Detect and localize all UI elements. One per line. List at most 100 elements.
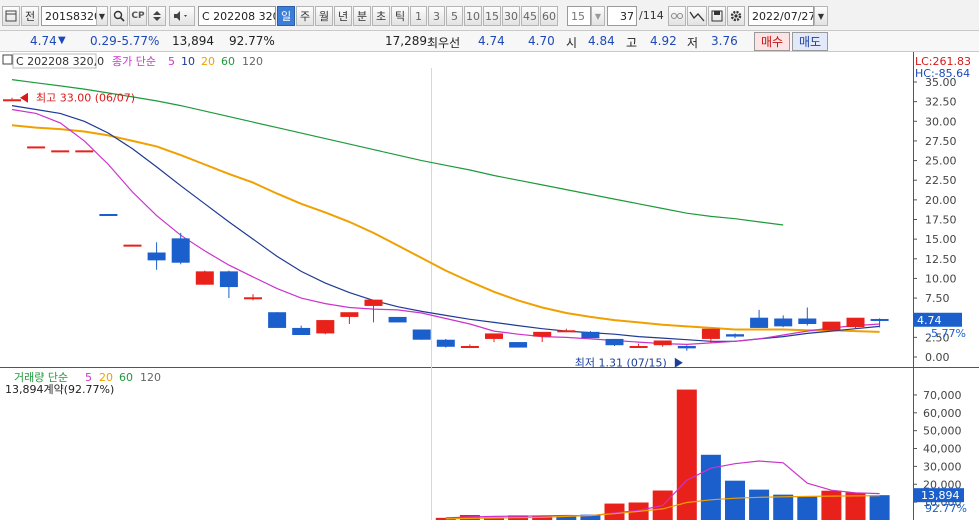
candle-body xyxy=(726,334,744,337)
current-price: 4.74 xyxy=(30,34,57,48)
volume-bar xyxy=(869,495,890,520)
interval-button-45[interactable]: 45 xyxy=(521,6,539,26)
price-axis-label: 27.50 xyxy=(925,135,957,148)
vol-ma120-legend: 120 xyxy=(140,371,161,384)
period-tab-5[interactable]: 초 xyxy=(372,6,390,26)
toolbar: 전 201S8320 ▼ CP C 202208 320 일주월년분초틱 135… xyxy=(0,0,979,31)
volume-axis-label: 60,000 xyxy=(923,407,962,420)
gear-icon[interactable] xyxy=(727,6,745,26)
volume-bar xyxy=(749,489,770,520)
buy-button[interactable]: 매수 xyxy=(754,32,790,51)
price-axis-label: 35.00 xyxy=(925,76,957,89)
high-marker-icon xyxy=(20,92,28,103)
interval-button-30[interactable]: 30 xyxy=(502,6,520,26)
stepper-icon[interactable] xyxy=(148,6,166,26)
price-change: 0.29 xyxy=(90,34,117,48)
hts-chart-window: 전 201S8320 ▼ CP C 202208 320 일주월년분초틱 135… xyxy=(0,0,979,520)
last-price-tag: 4.74 xyxy=(917,314,942,327)
candle-body xyxy=(340,312,359,317)
last-volume-ratio-tag: 92.77% xyxy=(925,502,967,515)
volume-bar xyxy=(797,496,818,520)
best-label: 최우선 xyxy=(427,36,461,50)
candle-body xyxy=(509,342,528,348)
call-put-toggle-icon[interactable]: CP xyxy=(129,6,147,26)
interval-dropdown-icon[interactable]: ▼ xyxy=(591,6,605,26)
price-axis-label: 10.00 xyxy=(925,272,957,285)
volume-axis-label: 40,000 xyxy=(923,443,962,456)
candle-body xyxy=(533,331,552,337)
ma60-legend: 60 xyxy=(221,55,235,68)
candle-body xyxy=(171,238,190,263)
candle-body xyxy=(629,346,648,348)
option-name-field[interactable]: C 202208 320 xyxy=(198,6,276,26)
period-tab-2[interactable]: 월 xyxy=(315,6,333,26)
price-volume-chart[interactable]: C 202208 320,0 종가 단순 5 10 20 60 120 거래량 … xyxy=(0,52,979,520)
period-tab-4[interactable]: 분 xyxy=(353,6,371,26)
chart-area[interactable]: C 202208 320,0 종가 단순 5 10 20 60 120 거래량 … xyxy=(0,52,979,520)
price-axis-label: 20.00 xyxy=(925,194,957,207)
speaker-icon[interactable] xyxy=(169,6,195,26)
candle-body xyxy=(147,252,166,261)
instrument-label: C 202208 320,0 xyxy=(16,55,104,68)
interval-button-10[interactable]: 10 xyxy=(464,6,482,26)
candle-body xyxy=(51,150,70,153)
date-dropdown-icon[interactable]: ▼ xyxy=(814,6,828,26)
interval-button-5[interactable]: 5 xyxy=(446,6,463,26)
price-axis-label: 25.00 xyxy=(925,155,957,168)
candle-body xyxy=(388,316,407,323)
candle-body xyxy=(605,338,624,346)
period-tab-6[interactable]: 틱 xyxy=(391,6,409,26)
interval-button-3[interactable]: 3 xyxy=(428,6,445,26)
price-legend: C 202208 320,0 종가 단순 5 10 20 60 120 xyxy=(2,53,263,69)
interval-input[interactable]: 15 xyxy=(567,6,591,26)
period-tab-0[interactable]: 일 xyxy=(277,6,295,26)
interval-button-60[interactable]: 60 xyxy=(540,6,558,26)
candle-body xyxy=(822,321,841,331)
last-rate-tag: -5.77% xyxy=(927,327,966,340)
interval-button-15[interactable]: 15 xyxy=(483,6,501,26)
down-arrow-icon: ▼ xyxy=(58,35,66,46)
candle-body xyxy=(750,317,769,328)
save-icon[interactable] xyxy=(708,6,726,26)
ma120-legend: 120 xyxy=(242,55,263,68)
candle-body xyxy=(75,150,94,153)
high-label: 고 xyxy=(626,36,638,50)
candle-body xyxy=(870,318,889,321)
interval-button-1[interactable]: 1 xyxy=(410,6,427,26)
low-annotation: 최저 1.31 (07/15) xyxy=(575,357,667,370)
period-tab-3[interactable]: 년 xyxy=(334,6,352,26)
ma20-legend: 20 xyxy=(201,55,215,68)
high-annotation: 최고 33.00 (06/07) xyxy=(36,92,135,105)
sell-button[interactable]: 매도 xyxy=(792,32,828,51)
date-field[interactable]: 2022/07/27 xyxy=(748,6,814,26)
count-input[interactable]: 37 xyxy=(607,6,637,26)
candle-body xyxy=(219,271,238,288)
trend-icon[interactable] xyxy=(687,6,707,26)
candle-body xyxy=(460,346,479,348)
price-axis-label: 17.50 xyxy=(925,214,957,227)
volume-axis-label: 50,000 xyxy=(923,425,962,438)
code-input[interactable]: 201S8320 xyxy=(41,6,97,26)
ma10-line xyxy=(11,105,880,342)
search-icon[interactable] xyxy=(110,6,128,26)
code-dropdown-icon[interactable]: ▼ xyxy=(96,6,108,26)
candle-body xyxy=(846,317,865,328)
low-label: 저 xyxy=(687,36,699,50)
candle-body xyxy=(557,330,576,333)
best-bid: 4.70 xyxy=(528,34,555,48)
period-tab-1[interactable]: 주 xyxy=(296,6,314,26)
candle-body xyxy=(798,318,817,324)
volume-bar xyxy=(773,494,794,520)
low-marker-icon xyxy=(674,357,683,368)
chain-icon[interactable] xyxy=(668,6,686,26)
low-price: 3.76 xyxy=(711,34,738,48)
candle-body xyxy=(677,346,696,349)
ma5-legend: 5 xyxy=(168,55,175,68)
candle-body xyxy=(364,299,383,306)
price-axis-label: 30.00 xyxy=(925,115,957,128)
change-rate: -5.77% xyxy=(117,34,160,48)
volume-bar xyxy=(676,389,697,520)
window-menu-icon[interactable] xyxy=(2,6,20,26)
candle-body xyxy=(581,331,600,339)
tab-all[interactable]: 전 xyxy=(21,6,39,26)
